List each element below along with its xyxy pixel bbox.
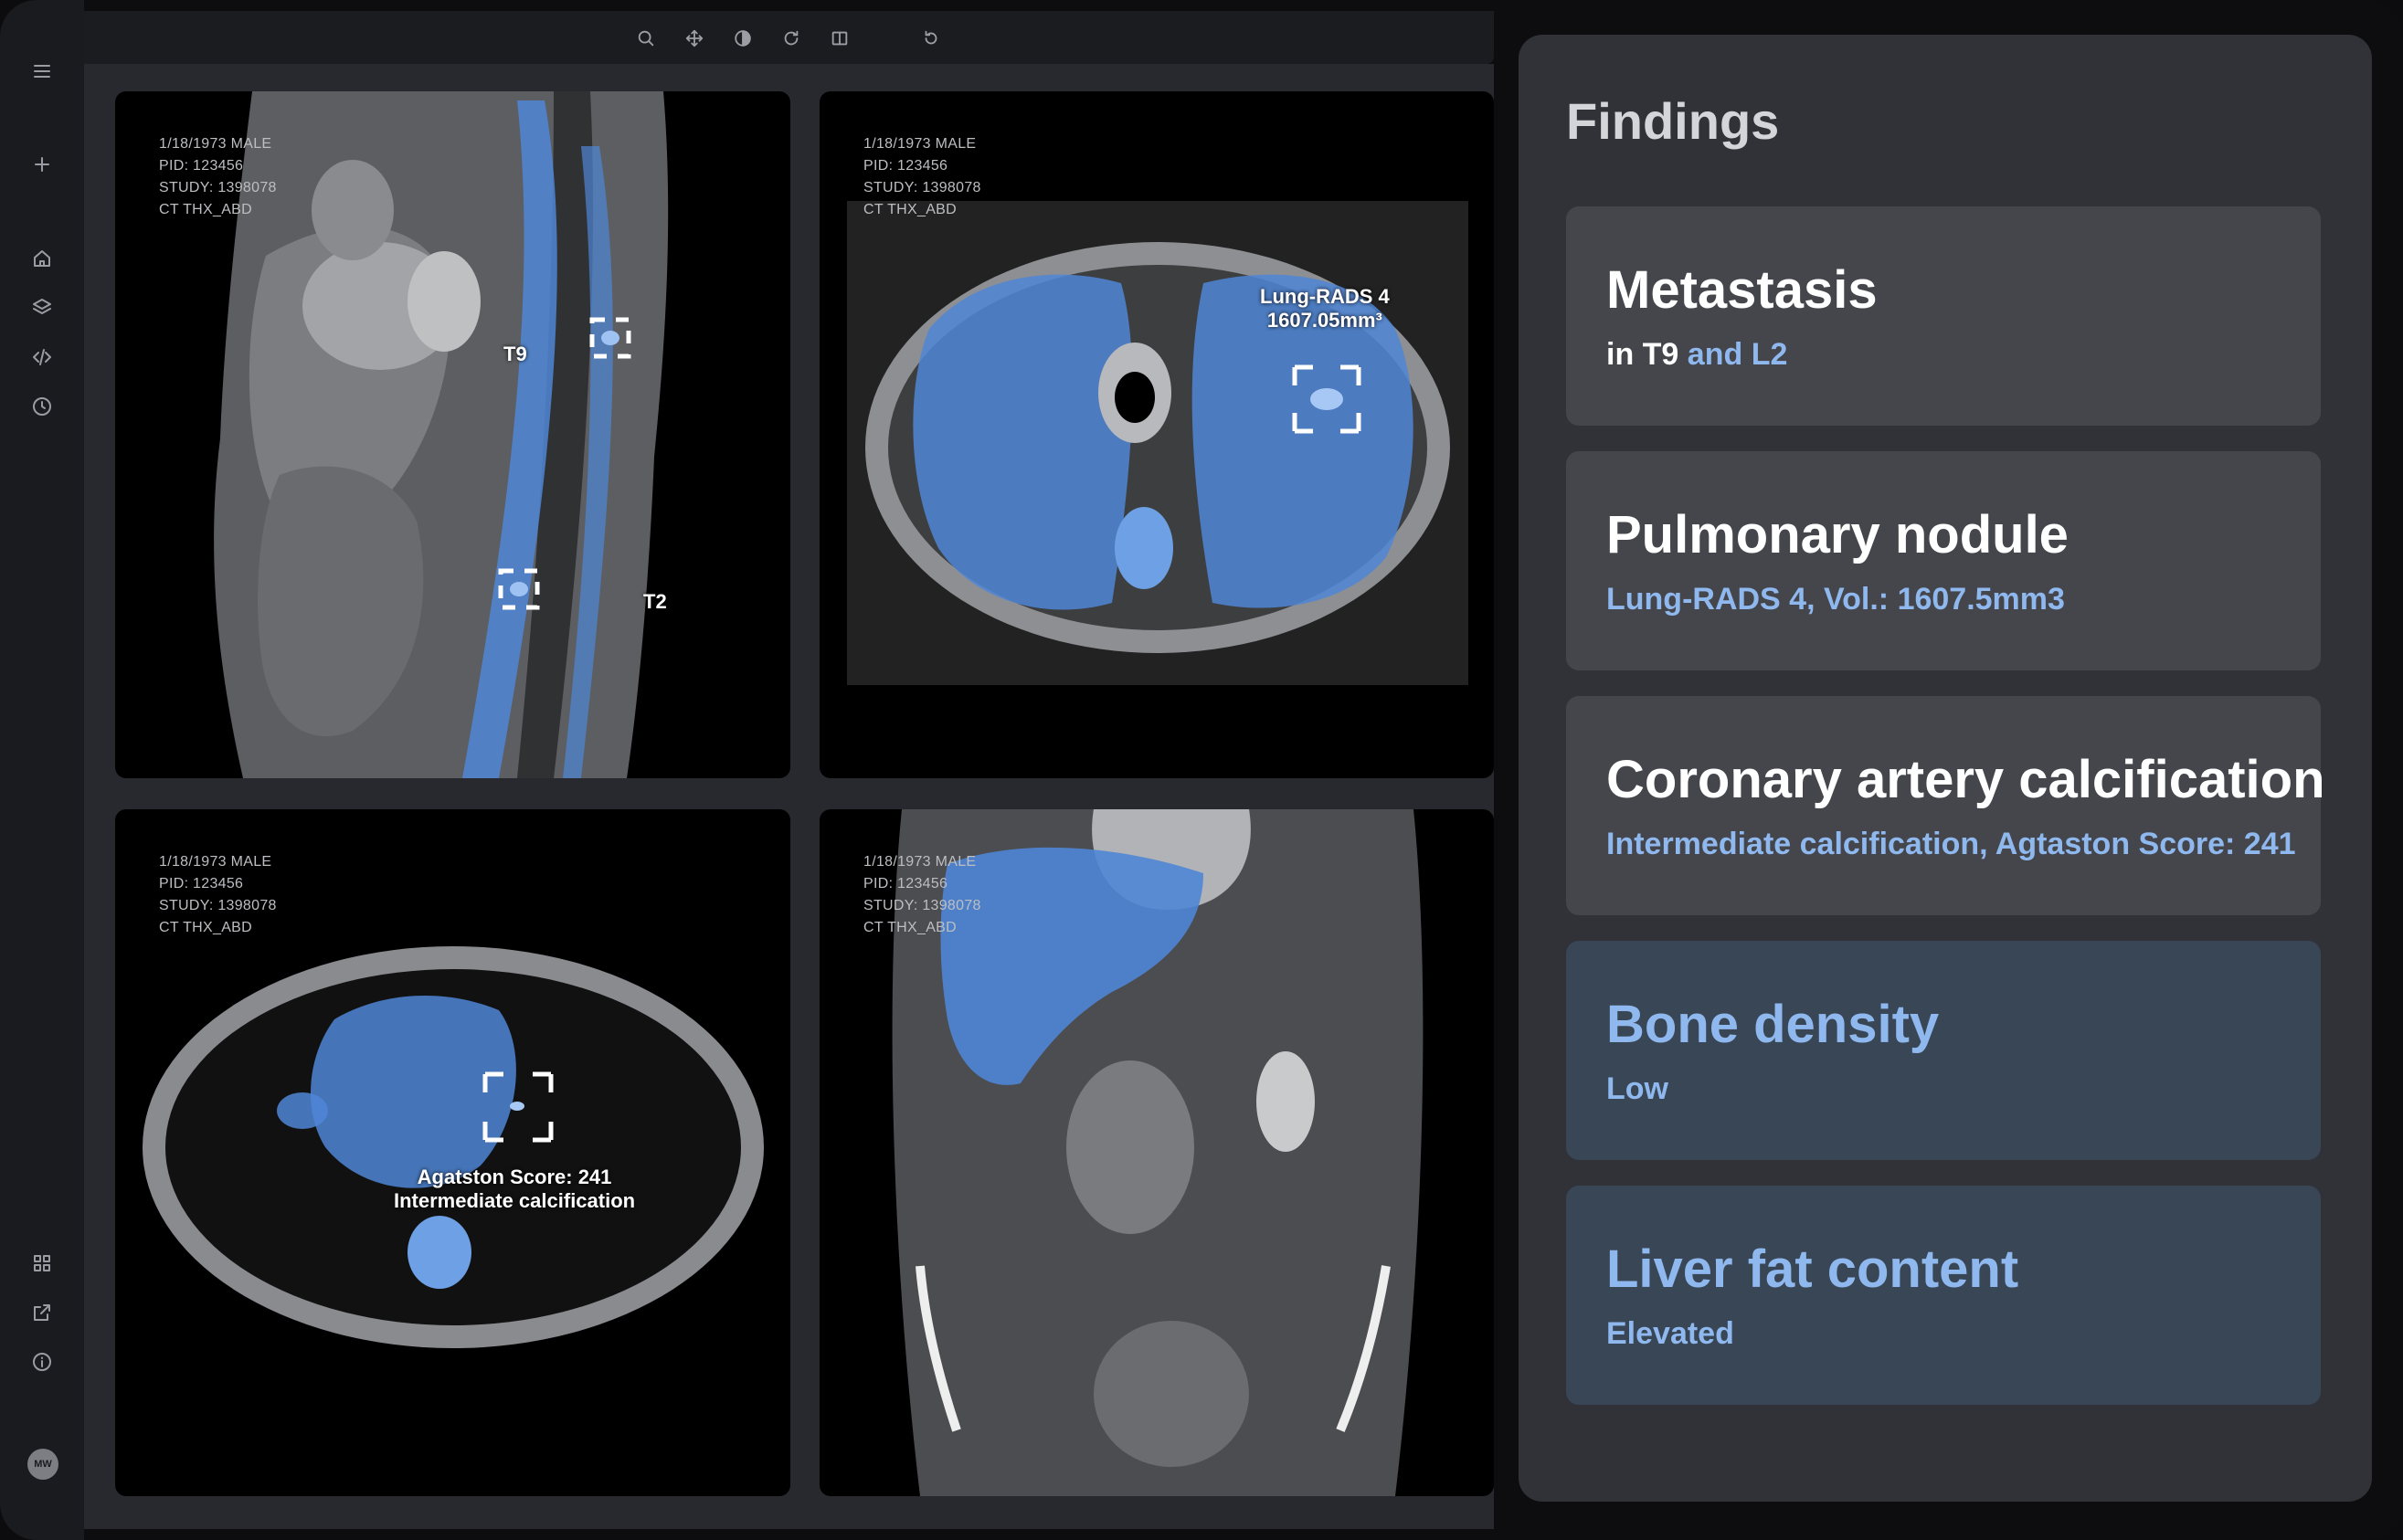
finding-card-liver-fat[interactable]: Liver fat content Elevated: [1566, 1186, 2321, 1405]
pan-icon[interactable]: [681, 25, 708, 52]
meta-line: PID: 123456: [159, 158, 244, 174]
annotation-lung-rads: Lung-RADS 4 1607.05mm³: [1260, 285, 1390, 332]
finding-title: Metastasis: [1606, 260, 1878, 320]
flip-icon[interactable]: [826, 25, 853, 52]
rotate-icon[interactable]: [778, 25, 805, 52]
viewport-sagittal[interactable]: 1/18/1973 MALE PID: 123456 STUDY: 139807…: [115, 91, 790, 778]
annotation-line: 1607.05mm³: [1266, 309, 1382, 332]
meta-line: STUDY: 1398078: [863, 180, 981, 195]
contrast-icon[interactable]: [729, 25, 757, 52]
finding-detail: Lung-RADS 4, Vol.: 1607.5mm3: [1606, 582, 2065, 617]
clock-icon[interactable]: [24, 388, 60, 425]
meta-line: STUDY: 1398078: [159, 180, 277, 195]
external-link-icon[interactable]: [24, 1294, 60, 1331]
meta-line: STUDY: 1398078: [159, 898, 277, 913]
finding-card-bone-density[interactable]: Bone density Low: [1566, 941, 2321, 1160]
avatar[interactable]: MW: [27, 1449, 58, 1480]
viewer-toolbar: [84, 11, 1494, 64]
meta-line: CT THX_ABD: [159, 920, 252, 935]
findings-panel: Findings Metastasis in T9 and L2 Pulmona…: [1519, 35, 2372, 1502]
meta-line: CT THX_ABD: [863, 920, 957, 935]
annotation-agatston: Agatston Score: 241 Intermediate calcifi…: [394, 1166, 635, 1213]
finding-detail: in T9 and L2: [1606, 337, 2281, 373]
finding-detail: Intermediate calcification, Agtaston Sco…: [1606, 827, 2296, 861]
meta-line: STUDY: 1398078: [863, 898, 981, 913]
plus-icon[interactable]: [24, 146, 60, 183]
finding-title: Pulmonary nodule: [1606, 505, 2069, 564]
grid-icon[interactable]: [24, 1245, 60, 1282]
zoom-icon[interactable]: [632, 25, 660, 52]
image-viewer: 1/18/1973 MALE PID: 123456 STUDY: 139807…: [84, 64, 1494, 1529]
patient-metadata: 1/18/1973 MALE PID: 123456 STUDY: 139807…: [863, 851, 981, 939]
meta-line: PID: 123456: [159, 876, 244, 891]
viewport-axial-heart[interactable]: 1/18/1973 MALE PID: 123456 STUDY: 139807…: [115, 809, 790, 1496]
annotation-line: Lung-RADS 4: [1260, 285, 1390, 308]
finding-title: Coronary artery calcification: [1606, 750, 2325, 809]
patient-metadata: 1/18/1973 MALE PID: 123456 STUDY: 139807…: [863, 133, 981, 221]
annotation-t2: T2: [643, 590, 667, 613]
finding-detail-blue: and L2: [1687, 337, 1788, 372]
meta-line: CT THX_ABD: [863, 202, 957, 217]
code-icon[interactable]: [24, 339, 60, 375]
finding-card-coronary-calcification[interactable]: Coronary artery calcification Intermedia…: [1566, 696, 2325, 915]
meta-line: CT THX_ABD: [159, 202, 252, 217]
patient-metadata: 1/18/1973 MALE PID: 123456 STUDY: 139807…: [159, 133, 277, 221]
menu-icon[interactable]: [24, 53, 60, 90]
layers-icon[interactable]: [24, 290, 60, 326]
viewport-axial-lung[interactable]: 1/18/1973 MALE PID: 123456 STUDY: 139807…: [820, 91, 1494, 778]
home-icon[interactable]: [24, 240, 60, 277]
annotation-t9: T9: [503, 343, 527, 365]
annotation-line: Agatston Score: 241: [417, 1166, 612, 1188]
meta-line: PID: 123456: [863, 158, 948, 174]
annotation-line: Intermediate calcification: [394, 1189, 636, 1212]
patient-metadata: 1/18/1973 MALE PID: 123456 STUDY: 139807…: [159, 851, 277, 939]
findings-title: Findings: [1566, 92, 1780, 150]
finding-title: Bone density: [1606, 995, 1940, 1054]
undo-icon[interactable]: [917, 25, 945, 52]
finding-title: Liver fat content: [1606, 1239, 2019, 1299]
finding-detail: Elevated: [1606, 1316, 1734, 1351]
app-window: MW 1/18/1973 MALE PID: 123456 STUDY: 139…: [0, 0, 2403, 1540]
finding-detail: Low: [1606, 1071, 1668, 1106]
viewport-coronal[interactable]: 1/18/1973 MALE PID: 123456 STUDY: 139807…: [820, 809, 1494, 1496]
meta-line: 1/18/1973 MALE: [159, 136, 272, 152]
meta-line: 1/18/1973 MALE: [863, 854, 977, 870]
finding-card-pulmonary-nodule[interactable]: Pulmonary nodule Lung-RADS 4, Vol.: 1607…: [1566, 451, 2321, 670]
meta-line: PID: 123456: [863, 876, 948, 891]
meta-line: 1/18/1973 MALE: [863, 136, 977, 152]
left-sidebar: MW: [0, 0, 84, 1540]
finding-card-metastasis[interactable]: Metastasis in T9 and L2: [1566, 206, 2321, 426]
meta-line: 1/18/1973 MALE: [159, 854, 272, 870]
finding-detail-white: in T9: [1606, 337, 1679, 372]
info-icon[interactable]: [24, 1344, 60, 1380]
